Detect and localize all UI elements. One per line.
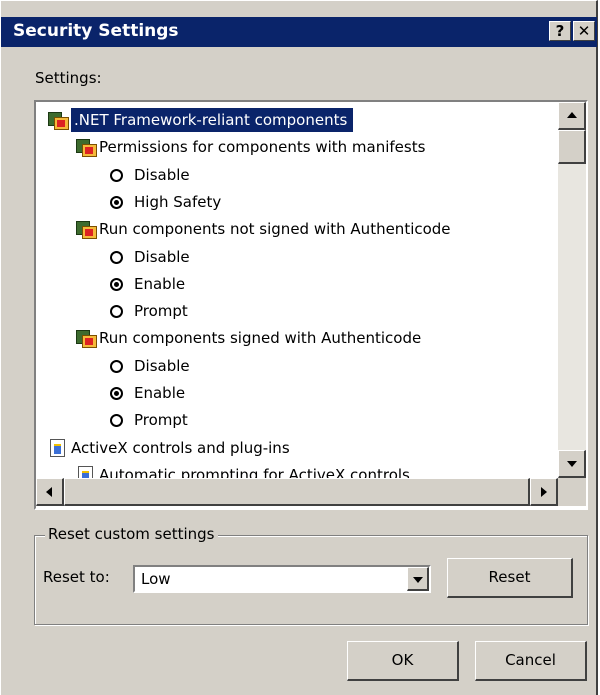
radio-button[interactable]: [110, 305, 123, 319]
scroll-left-button[interactable]: [36, 478, 64, 506]
chevron-down-icon: [413, 577, 423, 583]
net-framework-icon: [76, 330, 97, 349]
reset-group-title: Reset custom settings: [45, 525, 218, 543]
title-bar: Security Settings ? ✕: [1, 17, 597, 47]
tree-item-label: Disable: [134, 356, 190, 375]
vertical-scroll-thumb[interactable]: [558, 130, 586, 164]
tree-item-label: Run components signed with Authenticode: [99, 329, 422, 348]
radio-button[interactable]: [110, 195, 123, 209]
net-framework-icon: [76, 221, 97, 240]
settings-listbox[interactable]: .NET Framework-reliant components Permiss…: [34, 100, 588, 510]
arrow-left-icon: [46, 487, 52, 497]
tree-item-label: Disable: [134, 165, 190, 184]
horizontal-scrollbar[interactable]: [36, 478, 558, 506]
scroll-right-button[interactable]: [530, 478, 558, 506]
reset-button[interactable]: Reset: [447, 558, 573, 598]
tree-item-label: .NET Framework-reliant components: [71, 108, 354, 132]
reset-to-dropdown[interactable]: Low: [133, 565, 431, 593]
cancel-button[interactable]: Cancel: [475, 641, 587, 681]
tree-item-label: Run components not signed with Authentic…: [99, 220, 451, 239]
scrollbar-corner: [558, 478, 586, 506]
horizontal-scroll-thumb[interactable]: [64, 478, 530, 506]
radio-button[interactable]: [110, 387, 123, 400]
tree-item-label: Prompt: [134, 411, 188, 430]
window-title: Security Settings: [13, 21, 179, 41]
net-framework-icon: [48, 112, 69, 130]
settings-label: Settings:: [35, 69, 102, 87]
radio-button[interactable]: [110, 277, 123, 291]
help-button[interactable]: ?: [549, 21, 571, 41]
vertical-scrollbar[interactable]: [558, 102, 586, 478]
tree-item-label: Enable: [134, 384, 186, 402]
reset-to-value: Low: [141, 570, 171, 588]
scroll-up-button[interactable]: [558, 102, 586, 130]
radio-button[interactable]: [110, 414, 123, 428]
arrow-up-icon: [567, 112, 577, 118]
scroll-down-button[interactable]: [558, 450, 586, 478]
radio-button[interactable]: [110, 168, 123, 182]
tree-item-label: Enable: [134, 274, 186, 293]
radio-button[interactable]: [110, 250, 123, 264]
tree-item-label: Automatic prompting for ActiveX controls: [99, 465, 410, 478]
arrow-right-icon: [541, 487, 547, 497]
dropdown-button[interactable]: [407, 567, 429, 591]
tree-item-label: Disable: [134, 247, 190, 266]
tree-item-label: Permissions for components with manifest…: [99, 138, 426, 157]
activex-icon: [50, 438, 65, 457]
arrow-down-icon: [567, 461, 577, 467]
tree-item-label: Prompt: [134, 302, 188, 321]
radio-button[interactable]: [110, 359, 123, 373]
settings-tree: .NET Framework-reliant components Permiss…: [36, 102, 558, 478]
close-button[interactable]: ✕: [573, 21, 595, 41]
security-settings-dialog: Security Settings ? ✕ Settings: .NET Fra…: [0, 0, 598, 695]
tree-item-label: High Safety: [134, 192, 222, 211]
net-framework-icon: [76, 139, 97, 158]
activex-icon: [78, 465, 93, 478]
reset-to-label: Reset to:: [43, 568, 110, 586]
ok-button[interactable]: OK: [347, 641, 459, 681]
tree-item-label: ActiveX controls and plug-ins: [71, 438, 290, 457]
